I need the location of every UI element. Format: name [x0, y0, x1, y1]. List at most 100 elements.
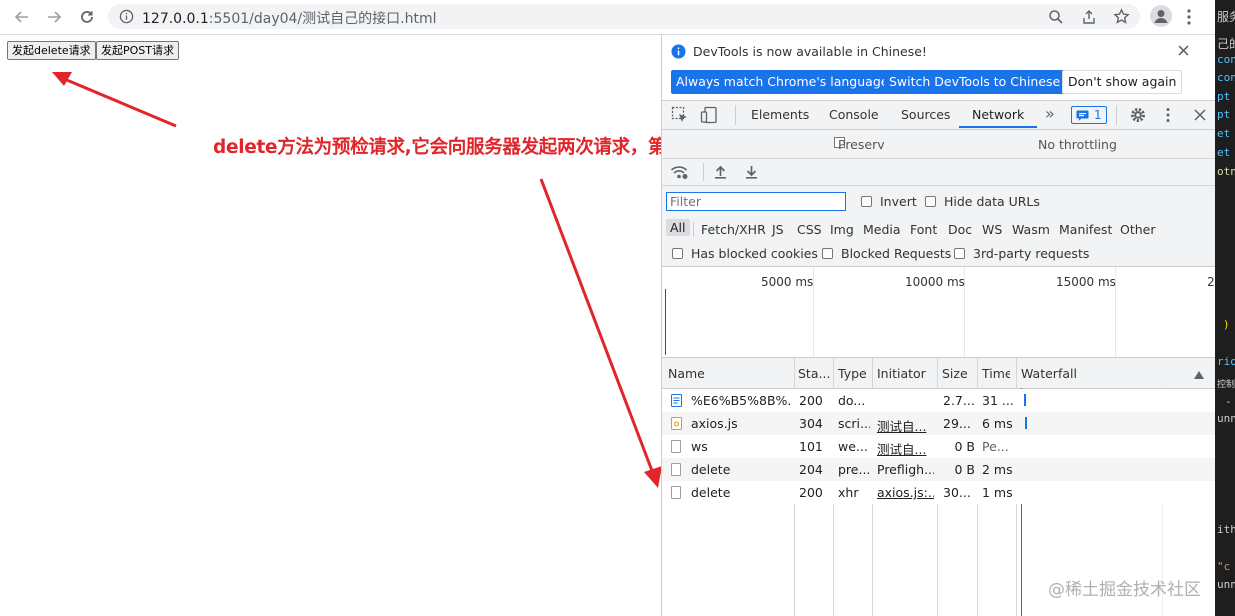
sort-ascending-icon[interactable]	[1194, 368, 1204, 382]
generic-file-icon	[671, 486, 681, 499]
timeline-overview[interactable]: 5000 ms 10000 ms 15000 ms 2	[662, 267, 1216, 358]
network-toolbar: Preserv No throttling	[662, 130, 1216, 159]
overview-tick: 10000 ms	[905, 275, 965, 289]
cell-name: delete	[691, 485, 731, 500]
settings-gear-icon[interactable]	[1129, 106, 1147, 127]
blocked-requests-checkbox[interactable]	[822, 248, 833, 259]
blocked-cookies-label: Has blocked cookies	[691, 246, 818, 261]
cell-status: 304	[799, 416, 823, 431]
type-filter-wasm[interactable]: Wasm	[1012, 222, 1050, 237]
generic-file-icon	[671, 440, 681, 453]
column-header-time[interactable]: Time	[982, 366, 1010, 381]
document-icon	[671, 394, 682, 407]
switch-to-chinese-button[interactable]: Switch DevTools to Chinese	[884, 70, 1066, 94]
filter-bar: Invert Hide data URLs All Fetch/XHR JS C…	[662, 186, 1216, 267]
cell-initiator[interactable]: 测试自...	[877, 439, 934, 458]
invert-checkbox[interactable]	[861, 196, 872, 207]
cell-type: we...	[838, 439, 868, 454]
cell-type: scri...	[838, 416, 870, 431]
tab-sources[interactable]: Sources	[901, 107, 950, 122]
editor-line: 服务	[1217, 10, 1235, 24]
editor-line: pt	[1217, 90, 1231, 103]
type-filter-css[interactable]: CSS	[797, 222, 822, 237]
hide-data-urls-checkbox[interactable]	[925, 196, 936, 207]
devtools-tabbar: Elements Console Sources Network » 1	[662, 101, 1216, 130]
throttling-select[interactable]: No throttling	[1038, 137, 1117, 152]
type-filter-doc[interactable]: Doc	[948, 222, 972, 237]
editor-line: -	[1225, 395, 1232, 408]
export-har-icon[interactable]	[745, 165, 758, 182]
cell-initiator[interactable]: 测试自...	[877, 416, 934, 435]
overview-tick: 2	[1207, 275, 1215, 289]
cell-size: 30...	[943, 485, 971, 500]
type-filter-js[interactable]: JS	[772, 222, 784, 237]
cell-size: 0 B	[954, 462, 975, 477]
table-row[interactable]: delete 200 xhr axios.js:... 30... 1 ms	[662, 481, 1216, 504]
waterfall-bar	[1025, 417, 1027, 429]
editor-line: et	[1217, 127, 1231, 140]
table-row[interactable]: ws 101 we... 测试自... 0 B Pe...	[662, 435, 1216, 458]
cell-time: 2 ms	[982, 462, 1013, 477]
issues-badge[interactable]: 1	[1071, 106, 1107, 124]
third-party-label: 3rd-party requests	[973, 246, 1090, 261]
type-filter-ws[interactable]: WS	[982, 222, 1002, 237]
cell-name: delete	[691, 462, 731, 477]
close-devtools-icon[interactable]	[1194, 109, 1206, 124]
cell-size: 29...	[943, 416, 971, 431]
inspect-element-icon[interactable]	[671, 106, 689, 127]
tab-network[interactable]: Network	[972, 107, 1024, 122]
dont-show-again-button[interactable]: Don't show again	[1062, 70, 1183, 94]
import-har-icon[interactable]	[714, 165, 727, 182]
editor-line: pt	[1217, 108, 1231, 121]
type-filter-img[interactable]: Img	[830, 222, 854, 237]
banner-close-icon[interactable]	[1178, 45, 1189, 59]
more-tabs-icon[interactable]: »	[1045, 104, 1055, 123]
cell-name: %E6%B5%8B%...	[691, 393, 791, 408]
device-toolbar-icon[interactable]	[700, 106, 718, 127]
table-row[interactable]: %E6%B5%8B%... 200 do... 2.7... 31 ...	[662, 389, 1216, 412]
active-tab-indicator	[959, 126, 1037, 128]
editor-line: con	[1217, 71, 1235, 84]
editor-line: otn	[1217, 165, 1235, 178]
editor-line: unn	[1217, 412, 1235, 425]
type-filter-other[interactable]: Other	[1120, 222, 1156, 237]
cell-type: xhr	[838, 485, 859, 500]
arrow-to-delete-button	[52, 72, 177, 128]
table-row[interactable]: delete 204 pre... Prefligh... 0 B 2 ms	[662, 458, 1216, 481]
column-header-status[interactable]: Sta...	[798, 366, 830, 381]
cell-size: 0 B	[954, 439, 975, 454]
type-filter-all[interactable]: All	[666, 219, 690, 236]
type-filter-fetch-xhr[interactable]: Fetch/XHR	[701, 222, 766, 237]
generic-file-icon	[671, 463, 681, 476]
column-header-size[interactable]: Size	[942, 366, 968, 381]
editor-line: "c	[1217, 560, 1231, 573]
cell-time: 1 ms	[982, 485, 1013, 500]
wifi-conditions-icon[interactable]	[670, 164, 688, 183]
type-filter-media[interactable]: Media	[863, 222, 901, 237]
blocked-cookies-checkbox[interactable]	[672, 248, 683, 259]
banner-info-icon	[671, 44, 686, 62]
type-filter-font[interactable]: Font	[910, 222, 937, 237]
language-banner: DevTools is now available in Chinese! Al…	[662, 35, 1216, 101]
tab-elements[interactable]: Elements	[751, 107, 809, 122]
cell-initiator[interactable]: axios.js:...	[877, 485, 934, 500]
cell-status: 200	[799, 393, 823, 408]
editor-line: rio	[1217, 355, 1235, 368]
always-match-language-button[interactable]: Always match Chrome's language	[671, 70, 894, 94]
column-header-type[interactable]: Type	[838, 366, 868, 381]
editor-line: 控制	[1217, 380, 1235, 390]
column-header-waterfall[interactable]: Waterfall	[1021, 366, 1077, 381]
cell-type: do...	[838, 393, 866, 408]
devtools-menu-icon[interactable]	[1165, 107, 1171, 126]
overview-tick: 15000 ms	[1056, 275, 1116, 289]
filter-input[interactable]	[666, 192, 846, 211]
type-filter-manifest[interactable]: Manifest	[1059, 222, 1112, 237]
column-header-initiator[interactable]: Initiator	[877, 366, 926, 381]
table-row[interactable]: axios.js 304 scri... 测试自... 29... 6 ms	[662, 412, 1216, 435]
network-toolbar-2	[662, 159, 1216, 186]
editor-line: ith	[1217, 523, 1235, 536]
third-party-checkbox[interactable]	[954, 248, 965, 259]
tab-console[interactable]: Console	[829, 107, 879, 122]
column-header-name[interactable]: Name	[668, 366, 705, 381]
tab-divider	[735, 105, 736, 125]
